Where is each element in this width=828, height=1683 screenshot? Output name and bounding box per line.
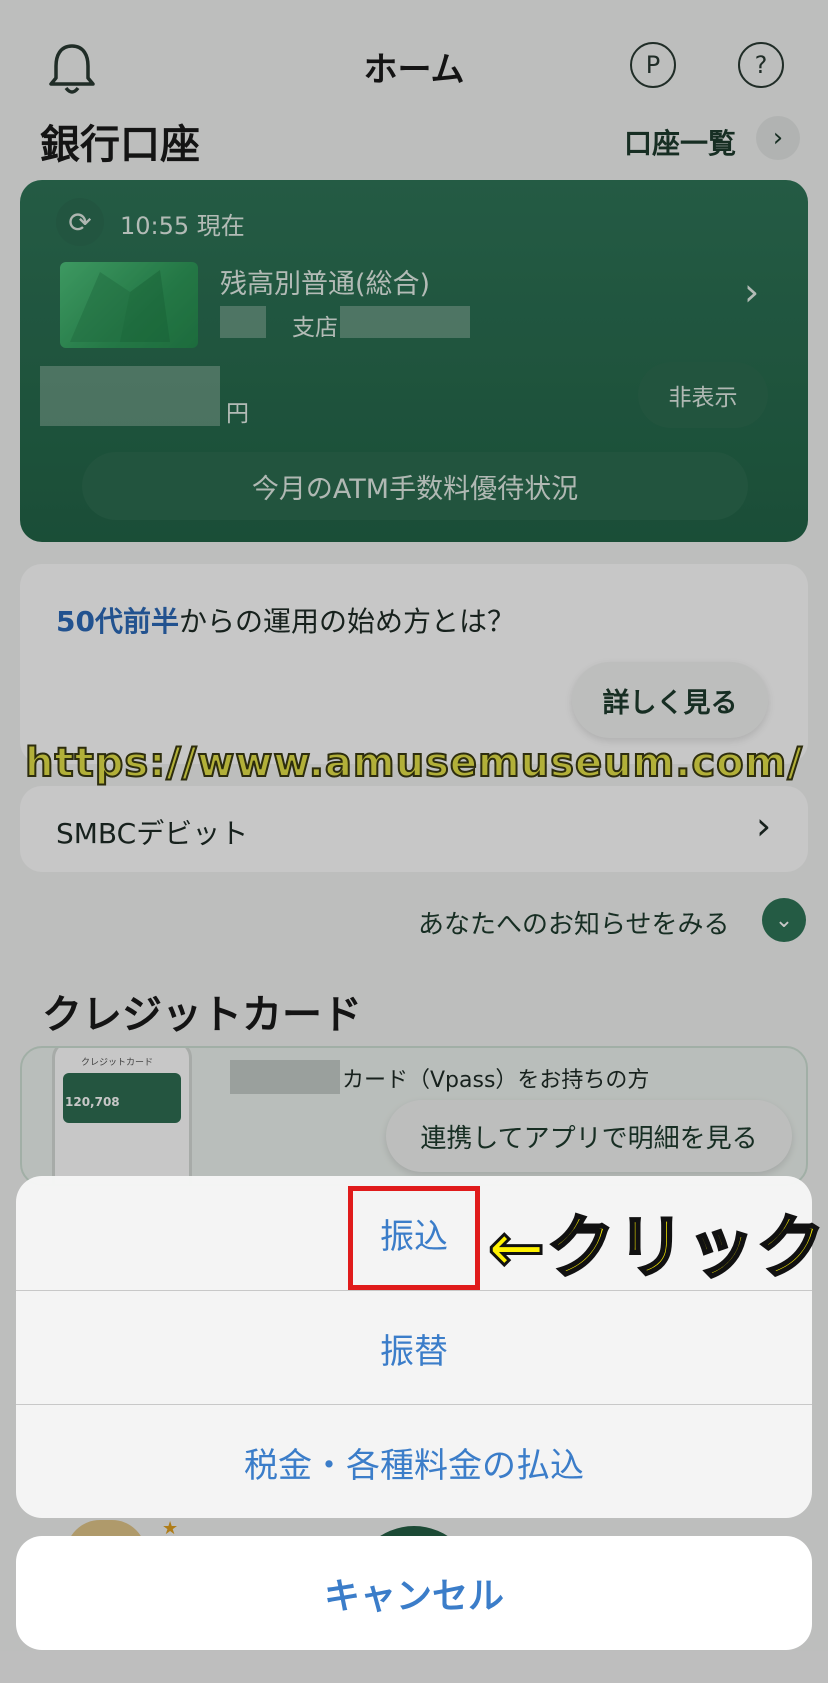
cancel-button[interactable]: キャンセル [16,1536,812,1650]
action-tax-payment[interactable]: 税金・各種料金の払込 [16,1405,812,1518]
highlight-box [348,1186,480,1290]
action-account-transfer[interactable]: 振替 [16,1291,812,1405]
click-annotation: ←クリック [487,1208,827,1290]
